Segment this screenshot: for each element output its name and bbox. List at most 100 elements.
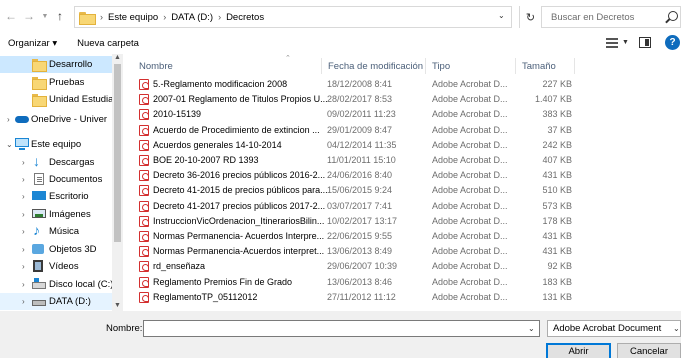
cancel-button[interactable]: Cancelar: [617, 343, 681, 358]
table-row[interactable]: Decreto 41-2017 precios públicos 2017-2.…: [133, 200, 573, 213]
sidebar-item-label: Documentos: [49, 174, 103, 185]
table-row[interactable]: Normas Permanencia-Acuerdos interpret...…: [133, 245, 573, 258]
chevron-right-icon[interactable]: ›: [163, 12, 166, 22]
sidebar-item-imagenes[interactable]: › Imágenes: [0, 206, 112, 223]
chevron-right-icon[interactable]: ›: [218, 12, 221, 22]
breadcrumb-decretos[interactable]: Decretos: [226, 12, 264, 23]
table-row[interactable]: Reglamento Premios Fin de Grado 13/06/201…: [133, 276, 573, 289]
file-date: 13/06/2013 8:49: [327, 246, 393, 257]
table-row[interactable]: BOE 20-10-2007 RD 1393 11/01/2011 15:10 Ad…: [133, 154, 573, 167]
file-name: Acuerdo de Procedimiento de extincion ..…: [153, 124, 320, 135]
file-type: Adobe Acrobat D...: [432, 185, 508, 196]
sidebar-item-escritorio[interactable]: › Escritorio: [0, 188, 112, 205]
view-options-icon[interactable]: [606, 38, 618, 48]
column-header-type[interactable]: Tipo: [432, 58, 450, 74]
table-row[interactable]: rd_enseñaza 29/06/2007 10:39 Adobe Acrobat…: [133, 260, 573, 273]
filter-chevron-down-icon[interactable]: ⌄: [673, 324, 680, 333]
forward-arrow-icon[interactable]: →: [22, 9, 36, 23]
chevron-right-icon[interactable]: ›: [22, 262, 25, 271]
file-type: Adobe Acrobat D...: [432, 155, 508, 165]
sidebar-item-descargas[interactable]: › Descargas: [0, 154, 112, 171]
recent-chevron-down-icon[interactable]: ▼: [38, 9, 52, 23]
sidebar-scroll-thumb[interactable]: [114, 64, 121, 242]
organize-button[interactable]: Organizar ▾: [8, 38, 57, 49]
sidebar-item-disco-local-c[interactable]: › Disco local (C:): [0, 276, 112, 293]
file-size: 37 KB: [547, 124, 572, 135]
file-date: 24/06/2016 8:40: [327, 170, 393, 181]
table-row[interactable]: Normas Permanencia- Acuerdos Interpre...…: [133, 230, 573, 243]
folder-icon: [79, 11, 96, 25]
view-chevron-down-icon[interactable]: ▼: [622, 39, 629, 46]
refresh-icon[interactable]: ↻: [519, 6, 541, 28]
file-type: Adobe Acrobat D...: [432, 170, 508, 181]
sidebar-item-label: OneDrive - Univer: [31, 114, 108, 125]
table-row[interactable]: Acuerdos generales 14-10-2014 04/12/2014 …: [133, 139, 573, 152]
table-row[interactable]: ReglamentoTP_05112012 27/11/2012 11:12 Ado…: [133, 291, 573, 304]
table-row[interactable]: InstruccionVicOrdenacion_ItinerariosBili…: [133, 215, 573, 228]
scroll-down-arrow-icon[interactable]: ▼: [114, 302, 121, 309]
open-button[interactable]: Abrir: [546, 343, 611, 358]
column-header-name[interactable]: Nombre: [139, 58, 173, 74]
table-row[interactable]: 5.-Reglamento modificacion 2008 18/12/200…: [133, 78, 573, 91]
sidebar-item-label: Pruebas: [49, 77, 85, 88]
image-icon: [32, 209, 46, 218]
scroll-up-arrow-icon[interactable]: ▲: [114, 54, 121, 61]
file-size: 431 KB: [542, 170, 572, 181]
file-list: ⌃ Nombre Fecha de modificación Tipo Tama…: [123, 54, 681, 311]
filename-history-chevron-down-icon[interactable]: ⌄: [528, 324, 535, 333]
column-header-date[interactable]: Fecha de modificación: [328, 58, 423, 74]
folder-icon: [32, 77, 47, 90]
chevron-right-icon[interactable]: ›: [22, 297, 25, 306]
pdf-file-icon: [139, 291, 149, 303]
address-history-chevron-down-icon[interactable]: ⌄: [498, 11, 505, 20]
column-separator[interactable]: [574, 58, 575, 74]
sidebar-item-pruebas[interactable]: Pruebas: [0, 74, 112, 91]
search-input[interactable]: Buscar en Decretos: [541, 6, 681, 28]
column-separator[interactable]: [515, 58, 516, 74]
sidebar-item-desarrollo[interactable]: Desarrollo: [0, 56, 112, 73]
desktop-icon: [32, 191, 46, 200]
chevron-right-icon[interactable]: ›: [22, 245, 25, 254]
table-row[interactable]: 2007-01 Reglamento de Titulos Propios U.…: [133, 93, 573, 106]
help-icon[interactable]: ?: [665, 35, 680, 50]
table-row[interactable]: Decreto 41-2015 de precios públicos para…: [133, 184, 573, 197]
file-type: Adobe Acrobat D...: [432, 139, 508, 150]
sidebar-item-este-equipo[interactable]: ⌄ Este equipo: [0, 136, 112, 153]
preview-pane-icon[interactable]: [639, 37, 651, 48]
sidebar-item-unidad-estudiantes[interactable]: Unidad Estudian: [0, 91, 112, 108]
chevron-right-icon[interactable]: ›: [22, 175, 25, 184]
chevron-right-icon[interactable]: ›: [22, 158, 25, 167]
sidebar-item-data-d[interactable]: › DATA (D:): [0, 293, 112, 310]
filename-input[interactable]: [143, 320, 540, 337]
chevron-down-icon[interactable]: ⌄: [6, 140, 13, 149]
table-row[interactable]: Acuerdo de Procedimiento de extincion ..…: [133, 124, 573, 137]
sidebar-item-videos[interactable]: › Vídeos: [0, 258, 112, 275]
chevron-right-icon[interactable]: ›: [22, 280, 25, 289]
address-bar[interactable]: › Este equipo › DATA (D:) › Decretos: [74, 6, 512, 28]
folder-icon: [32, 59, 47, 72]
file-type-filter-select[interactable]: Adobe Acrobat Document: [547, 320, 681, 337]
chevron-right-icon[interactable]: ›: [100, 12, 103, 22]
sidebar-item-onedrive[interactable]: › OneDrive - Univer: [0, 111, 112, 128]
breadcrumb-data-d[interactable]: DATA (D:): [171, 12, 213, 23]
up-arrow-icon[interactable]: ↑: [53, 9, 67, 23]
column-separator[interactable]: [321, 58, 322, 74]
sidebar-item-label: Música: [49, 226, 80, 237]
column-separator[interactable]: [425, 58, 426, 74]
table-row[interactable]: Decreto 36-2016 precios públicos 2016-2.…: [133, 169, 573, 182]
chevron-right-icon[interactable]: ›: [7, 115, 10, 124]
file-name: Normas Permanencia-Acuerdos interpret...: [153, 246, 325, 257]
sidebar-item-objetos-3d[interactable]: › Objetos 3D: [0, 241, 112, 258]
table-row[interactable]: 2010-15139 09/02/2011 11:23 Adobe Acrobat …: [133, 108, 573, 121]
column-header-size[interactable]: Tamaño: [522, 58, 556, 74]
sidebar-item-documentos[interactable]: › Documentos: [0, 171, 112, 188]
chevron-right-icon[interactable]: ›: [22, 192, 25, 201]
breadcrumb-este-equipo[interactable]: Este equipo: [108, 12, 158, 23]
new-folder-button[interactable]: Nueva carpeta: [77, 38, 139, 49]
file-date: 11/01/2011 15:10: [327, 155, 396, 165]
pdf-file-icon: [139, 276, 149, 288]
sidebar-item-musica[interactable]: › Música: [0, 223, 112, 240]
chevron-right-icon[interactable]: ›: [22, 210, 25, 219]
chevron-right-icon[interactable]: ›: [22, 227, 25, 236]
back-arrow-icon[interactable]: ←: [4, 9, 18, 23]
